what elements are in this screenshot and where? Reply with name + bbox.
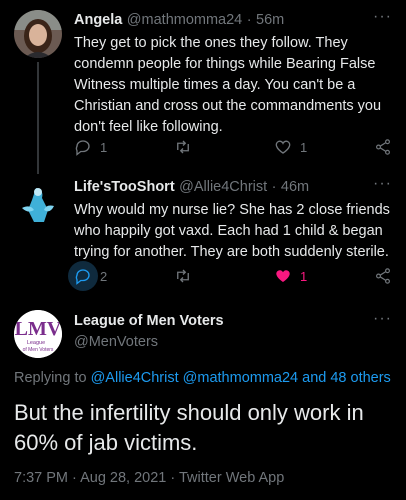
tweet-line: But the infertility should only work in [14,400,364,425]
replying-to-link[interactable]: @Allie4Christ @mathmomma24 and 48 others [91,370,391,386]
tweet-text: They get to pick the ones they follow. T… [74,33,394,138]
share-button[interactable] [374,138,392,156]
author-name[interactable]: Angela [74,12,122,28]
avatar[interactable] [14,180,62,228]
tweet-line: who happily got vaxd. Each had 1 child &… [74,223,383,239]
tweet-text: Why would my nurse lie? She has 2 close … [74,200,394,263]
tweet-line: trying for another. They are both sudden… [74,244,389,260]
reply-count: 1 [100,139,108,155]
tweet-lifestooshort[interactable]: Life'sTooShort @Allie4Christ · 46m ··· W… [0,168,406,300]
author-name[interactable]: League of Men Voters [74,313,224,329]
lmv-logo: LMV League of Men Voters [14,310,62,358]
tweet-timestamp[interactable]: 7:37 PM · Aug 28, 2021 · Twitter Web App [14,470,284,486]
tweet-line: Christian and cross out the commandments… [74,98,382,114]
retweet-icon [177,140,189,154]
svg-text:LMV: LMV [15,318,62,340]
tweet-actions: 1 1 [74,135,392,159]
like-button[interactable]: 1 [274,138,314,156]
author-name[interactable]: Life'sTooShort [74,179,175,195]
main-tweet: LMV League of Men Voters League of Men V… [0,300,406,500]
avatar-image [14,180,62,228]
retweet-button[interactable] [174,267,214,285]
tweet-time[interactable]: 56m [256,12,284,28]
retweet-button[interactable] [174,138,214,156]
reply-highlight [68,261,98,291]
tweet-time[interactable]: 46m [281,179,309,195]
reply-icon [75,269,90,285]
reply-count: 2 [100,268,108,284]
like-count: 1 [300,139,308,155]
tweet-angela[interactable]: Angela @mathmomma24 · 56m ··· They get t… [0,0,406,174]
reply-icon [75,140,90,156]
tweet-line: Witness multiple times a day. You can't … [74,77,356,93]
heart-icon [275,140,291,154]
tweet-text: But the infertility should only work in … [14,398,394,458]
tweet-line: They get to pick the ones they follow. T… [74,35,348,51]
share-icon [376,268,390,284]
replying-to: Replying to @Allie4Christ @mathmomma24 a… [14,370,391,386]
like-count: 1 [300,268,308,284]
tweet-line: 60% of jab victims. [14,430,198,455]
like-button[interactable]: 1 [274,267,314,285]
share-icon [376,139,390,155]
more-icon[interactable]: ··· [373,310,392,328]
separator-dot: · [246,12,252,28]
tweet-line: Why would my nurse lie? She has 2 close … [74,202,390,218]
reply-button[interactable]: 1 [74,138,114,156]
thread-line [37,62,39,174]
retweet-icon [177,269,189,283]
tweet-actions: 2 1 [68,261,392,291]
svg-text:of Men Voters: of Men Voters [23,347,54,353]
separator-dot: · [271,179,277,195]
replying-prefix: Replying to [14,370,87,386]
avatar[interactable] [14,10,62,58]
author-handle[interactable]: @mathmomma24 [127,12,242,28]
reply-button[interactable]: 2 [68,261,114,291]
heart-filled-icon [276,270,290,282]
author-handle[interactable]: @Allie4Christ [179,179,267,195]
svg-text:League: League [27,340,45,346]
author-handle[interactable]: @MenVoters [74,334,224,350]
more-icon[interactable]: ··· [373,8,392,26]
share-button[interactable] [374,267,392,285]
tweet-line: condemn people for things while Bearing … [74,56,376,72]
more-icon[interactable]: ··· [373,175,392,193]
avatar-image [14,10,62,58]
avatar[interactable]: LMV League of Men Voters [14,310,62,358]
